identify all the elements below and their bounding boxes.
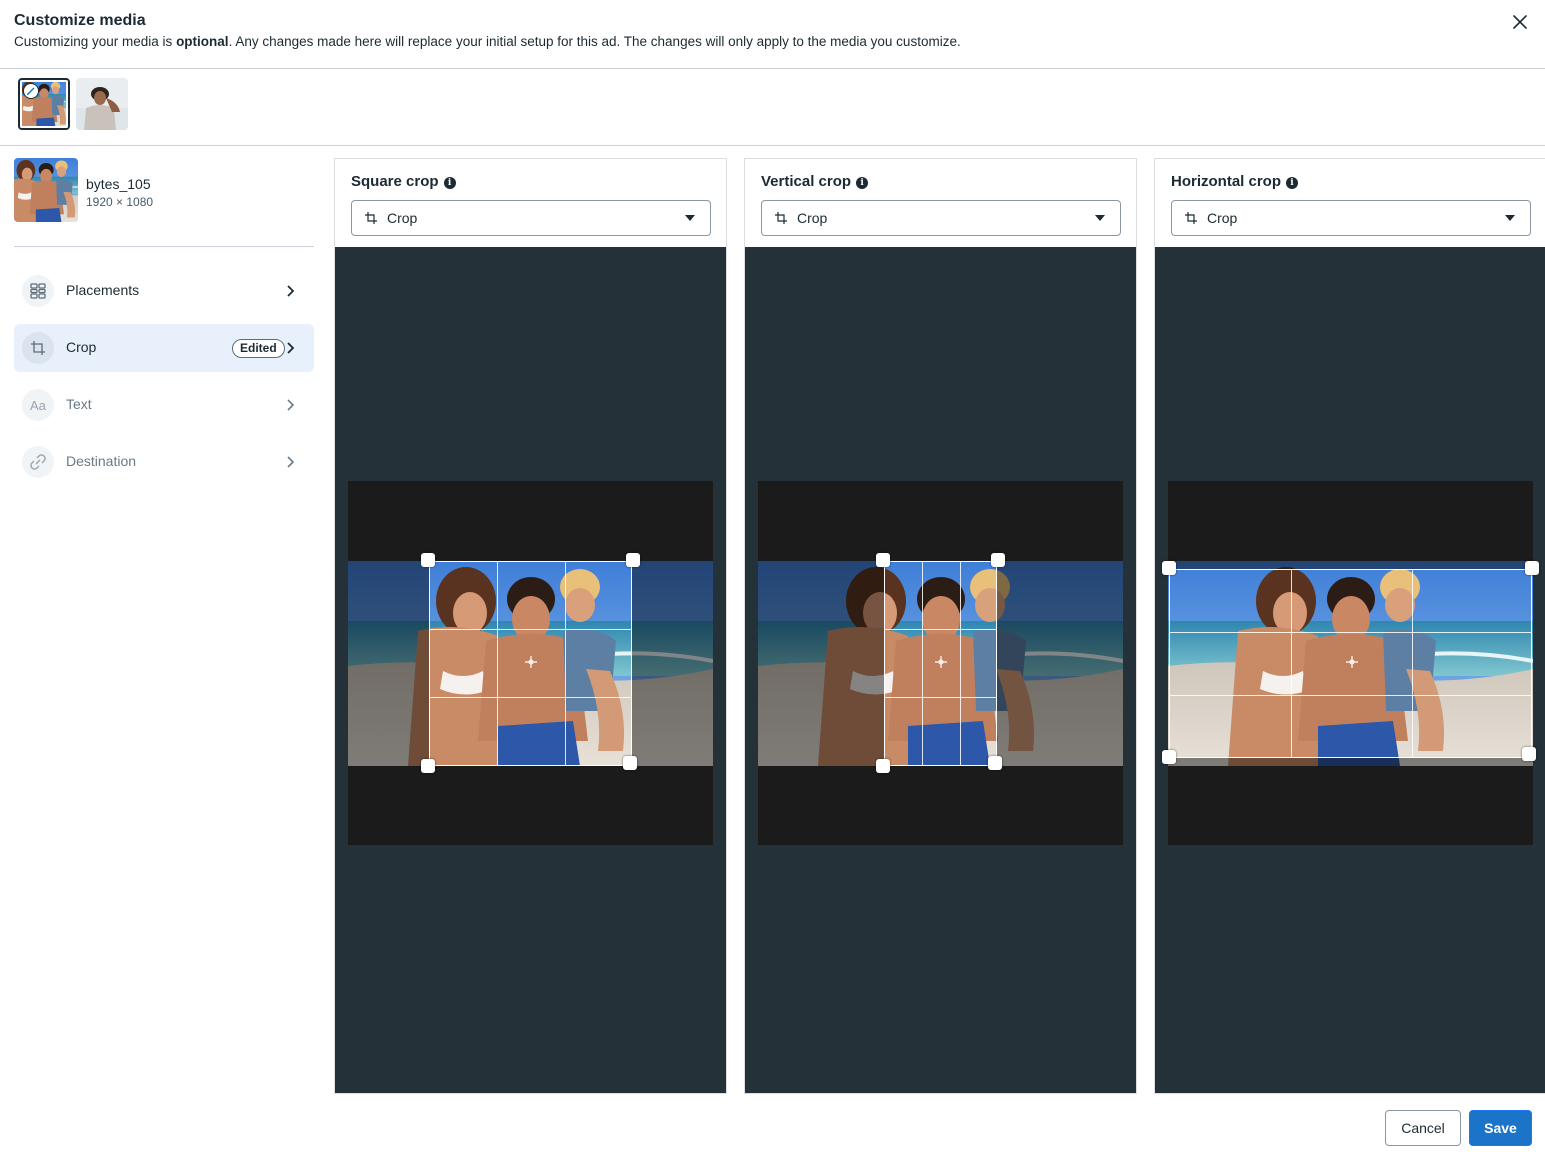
crop-handle-top-left[interactable]: [421, 553, 435, 567]
crop-dropdown[interactable]: Crop: [1171, 200, 1531, 236]
media-thumbnail-1[interactable]: [18, 78, 70, 130]
crop-handle-top-left[interactable]: [876, 553, 890, 567]
crop-dropdown[interactable]: Crop: [351, 200, 711, 236]
sidebar-item-label: Placements: [66, 282, 140, 298]
square-crop-panel: Square crop i Crop: [334, 158, 727, 1094]
crop-dropdown[interactable]: Crop: [761, 200, 1121, 236]
grid-icon: [22, 275, 54, 307]
crop-icon: [365, 212, 377, 224]
horizontal-crop-panel: Horizontal crop i Crop: [1154, 158, 1545, 1094]
caret-down-icon: [685, 215, 695, 221]
sidebar-divider: [14, 246, 314, 247]
info-icon[interactable]: i: [443, 177, 456, 189]
svg-text:Aa: Aa: [30, 398, 47, 413]
crop-handle-top-left[interactable]: [1162, 561, 1176, 575]
sidebar-item-crop[interactable]: Crop Edited: [14, 324, 314, 372]
crop-selection[interactable]: [884, 561, 997, 766]
save-button[interactable]: Save: [1469, 1110, 1532, 1146]
crop-handle-bottom-right[interactable]: [623, 756, 637, 770]
crop-handle-top-right[interactable]: [991, 553, 1005, 567]
crop-icon: [1185, 212, 1197, 224]
caret-down-icon: [1505, 215, 1515, 221]
crop-canvas: [1162, 481, 1539, 845]
text-icon: Aa: [22, 389, 54, 421]
crop-stage: [745, 247, 1136, 1093]
move-icon: [1346, 656, 1358, 668]
crop-handle-top-right[interactable]: [1525, 561, 1539, 575]
crop-icon: [22, 332, 54, 364]
chevron-right-icon: [282, 397, 298, 413]
crop-handle-bottom-right[interactable]: [1522, 747, 1536, 761]
media-thumbnail-2[interactable]: [76, 78, 128, 130]
crop-icon: [775, 212, 787, 224]
cancel-button[interactable]: Cancel: [1385, 1110, 1461, 1146]
link-icon: [22, 446, 54, 478]
close-icon[interactable]: [1509, 11, 1531, 33]
sidebar-item-text[interactable]: Aa Text: [14, 381, 314, 429]
crop-handle-top-right[interactable]: [626, 553, 640, 567]
crop-stage: [335, 247, 726, 1093]
chevron-right-icon: [282, 283, 298, 299]
chevron-right-icon: [282, 454, 298, 470]
sidebar-item-label: Destination: [66, 453, 137, 469]
sidebar-item-placements[interactable]: Placements: [14, 267, 314, 315]
vertical-crop-panel: Vertical crop i Crop: [744, 158, 1137, 1094]
crop-selection[interactable]: [429, 561, 632, 766]
sidebar-item-label: Crop: [66, 339, 97, 355]
caret-down-icon: [1095, 215, 1105, 221]
dialog-title: Customize media: [14, 12, 146, 29]
crop-canvas: [758, 481, 1123, 845]
crop-handle-bottom-right[interactable]: [988, 756, 1002, 770]
info-icon[interactable]: i: [1286, 177, 1299, 189]
dialog-subtitle: Customizing your media is optional. Any …: [14, 34, 961, 49]
crop-handle-bottom-left[interactable]: [876, 759, 890, 773]
crop-stage: [1155, 247, 1545, 1093]
crop-handle-bottom-left[interactable]: [421, 759, 435, 773]
sidebar-item-destination[interactable]: Destination: [14, 438, 314, 486]
info-icon[interactable]: i: [856, 177, 869, 189]
panel-title: Horizontal crop i: [1171, 173, 1299, 190]
crop-selection[interactable]: [1169, 569, 1532, 758]
crop-canvas: [348, 481, 713, 845]
pencil-icon: [23, 83, 39, 99]
media-thumbnail-strip: [0, 69, 1545, 146]
dropdown-label: Crop: [387, 210, 418, 226]
media-name: bytes_105: [86, 176, 151, 192]
sidebar-item-label: Text: [66, 396, 92, 412]
dropdown-label: Crop: [1207, 210, 1238, 226]
crop-handle-bottom-left[interactable]: [1162, 750, 1176, 764]
media-preview-thumbnail: [14, 158, 78, 222]
panel-title: Vertical crop i: [761, 173, 869, 190]
move-icon: [525, 656, 537, 668]
dialog-header: Customize media Customizing your media i…: [0, 0, 1545, 69]
dropdown-label: Crop: [797, 210, 828, 226]
edited-badge: Edited: [232, 339, 285, 358]
move-icon: [935, 656, 947, 668]
panel-title: Square crop i: [351, 173, 456, 190]
media-dimensions: 1920 × 1080: [86, 195, 154, 209]
chevron-right-icon: [282, 340, 298, 356]
